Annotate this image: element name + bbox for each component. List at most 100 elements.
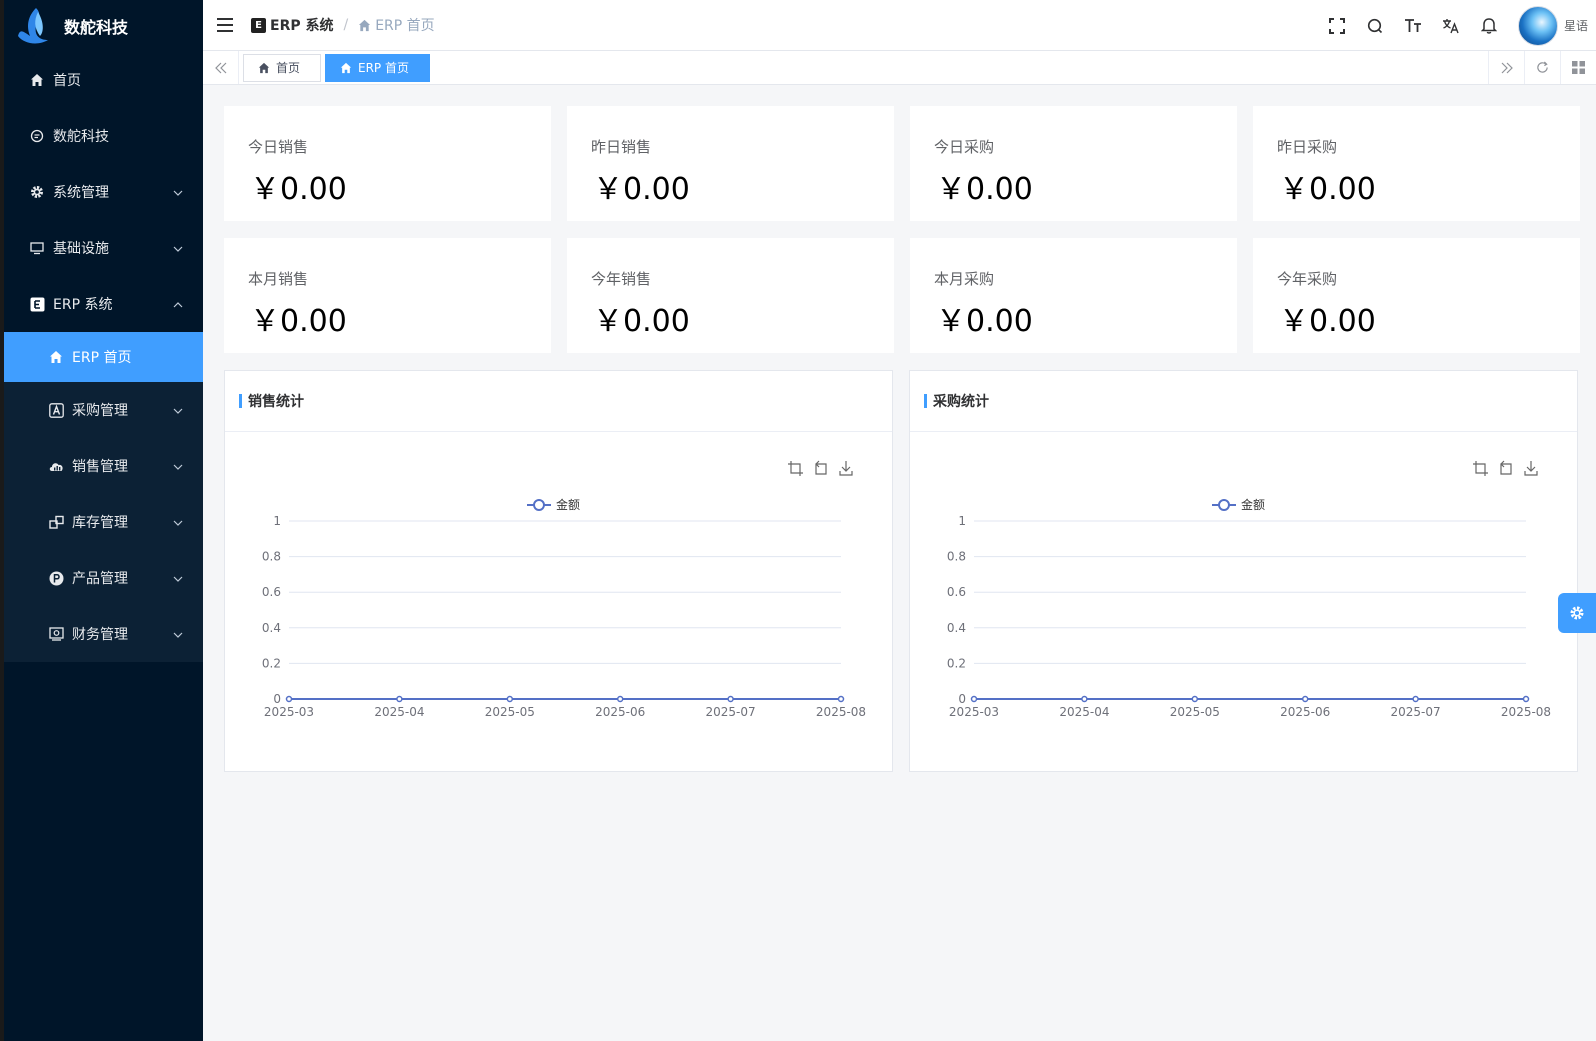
title-accent [239, 394, 242, 408]
username[interactable]: 星语 [1564, 17, 1588, 34]
sidebar-item-erp-home[interactable]: ERP 首页 [4, 332, 203, 382]
breadcrumb-item-erp-system[interactable]: ERP 系统 [270, 15, 333, 35]
home-icon [359, 19, 371, 31]
legend-label: 金额 [556, 497, 580, 512]
stat-card-yesterday-sales: 昨日销售 ￥0.00 [567, 106, 894, 221]
x-tick-label: 2025-07 [1391, 705, 1441, 719]
stat-card-yesterday-purchase: 昨日采购 ￥0.00 [1253, 106, 1580, 221]
logo-text: 数舵科技 [64, 18, 129, 37]
stat-label: 昨日采购 [1277, 138, 1338, 156]
double-chevron-left-icon[interactable] [203, 51, 239, 84]
chevron-down-icon [173, 460, 183, 470]
sidebar-item-label: 数舵科技 [53, 129, 109, 145]
purchase-line-chart: 金额 0 0.2 0.4 0.6 0.8 1 2025-03 2025-04 2025-05 202… [947, 460, 1551, 719]
boxes-icon [48, 514, 64, 530]
search-icon[interactable] [1356, 7, 1394, 45]
font-size-icon[interactable] [1394, 7, 1432, 45]
y-tick-label: 0.4 [262, 621, 281, 635]
refresh-icon[interactable] [1524, 51, 1560, 84]
sidebar-item-finance[interactable]: 财务管理 [4, 606, 203, 662]
data-point [1522, 695, 1530, 703]
sidebar-item-home[interactable]: 首页 [4, 52, 203, 108]
sidebar-item-sales[interactable]: 销售管理 [4, 438, 203, 494]
y-tick-label: 0.2 [947, 656, 966, 670]
double-chevron-right-icon[interactable] [1488, 51, 1524, 84]
home-icon [258, 62, 270, 73]
breadcrumb-item-erp-home: ERP 首页 [358, 15, 435, 35]
sidebar-item-erp[interactable]: ERP 系统 [4, 276, 203, 332]
tab-home[interactable]: 首页 [243, 53, 322, 82]
sidebar-menu: 首页 数舵科技 系统管理 基础设施 ERP 系统 [4, 52, 203, 332]
sidebar-item-label: 基础设施 [53, 241, 109, 257]
gear-icon [29, 184, 45, 200]
chart-legend: 金额 [527, 497, 580, 512]
home-icon [29, 72, 45, 88]
y-tick-label: 0 [273, 692, 281, 706]
download-icon [1524, 461, 1538, 476]
x-tick-label: 2025-03 [264, 705, 314, 719]
bell-icon[interactable] [1470, 7, 1508, 45]
sales-line-chart: 金额 0 0.2 0.4 0.6 0.8 1 2025-03 2025-04 2025-05 202… [262, 460, 866, 719]
legend-marker [533, 499, 545, 511]
panel-title: 采购统计 [933, 394, 989, 410]
sidebar-item-product[interactable]: 产品管理 [4, 550, 203, 606]
data-point [970, 695, 978, 703]
sidebar-item-label: 首页 [53, 73, 81, 89]
download-icon [839, 461, 853, 476]
x-tick-label: 2025-05 [485, 705, 535, 719]
sidebar-item-label: 系统管理 [53, 185, 109, 201]
stat-value: ￥0.00 [936, 172, 1033, 207]
breadcrumb: E ERP 系统 / ERP 首页 [251, 15, 435, 35]
tags-view: 首页 ERP 首页 [203, 51, 1596, 85]
chart-legend: 金额 [1212, 497, 1265, 512]
home-icon [340, 62, 352, 73]
sidebar-item-label: 财务管理 [72, 627, 128, 643]
breadcrumb-label: ERP 首页 [375, 18, 435, 34]
y-tick-label: 1 [958, 514, 966, 528]
erp-submenu: ERP 首页 采购管理 销售管理 库存管理 产品管理 财务管理 [4, 332, 203, 662]
letter-a-icon [48, 402, 64, 418]
stat-value: ￥0.00 [593, 304, 690, 339]
sidebar-item-infra[interactable]: 基础设施 [4, 220, 203, 276]
chevron-down-icon [173, 404, 183, 414]
sidebar-item-system[interactable]: 系统管理 [4, 164, 203, 220]
restore-icon [1500, 460, 1512, 475]
stat-card-month-purchase: 本月采购 ￥0.00 [910, 238, 1237, 353]
fullscreen-icon[interactable] [1318, 7, 1356, 45]
sidebar-item-inventory[interactable]: 库存管理 [4, 494, 203, 550]
tab-label: 首页 [276, 61, 301, 75]
stat-value: ￥0.00 [250, 304, 347, 339]
data-point [1191, 695, 1199, 703]
x-tick-label: 2025-06 [595, 705, 645, 719]
chevron-down-icon [173, 186, 183, 196]
legend-label: 金额 [1241, 497, 1265, 512]
y-tick-label: 0.6 [947, 585, 966, 599]
settings-button[interactable] [1558, 593, 1596, 633]
stat-value: ￥0.00 [1279, 172, 1376, 207]
title-accent [924, 394, 927, 408]
avatar[interactable] [1517, 5, 1558, 46]
panel-header: 销售统计 [225, 371, 892, 432]
grid-icon[interactable] [1560, 51, 1596, 84]
sidebar-item-purchase[interactable]: 采购管理 [4, 382, 203, 438]
chevron-down-icon [173, 628, 183, 638]
stat-value: ￥0.00 [936, 304, 1033, 339]
sidebar-item-company[interactable]: 数舵科技 [4, 108, 203, 164]
y-tick-label: 0.8 [947, 550, 966, 564]
stat-label: 今年销售 [591, 270, 652, 288]
data-point [396, 695, 403, 703]
stat-label: 今日采购 [934, 138, 995, 156]
zoom-icon [1473, 461, 1488, 476]
top-header: E ERP 系统 / ERP 首页 星语 [203, 0, 1596, 51]
translate-icon[interactable] [1432, 7, 1470, 45]
data-point [1081, 695, 1088, 703]
x-tick-label: 2025-03 [949, 705, 999, 719]
tab-label: ERP 首页 [358, 61, 409, 75]
breadcrumb-separator: / [343, 17, 349, 33]
x-tick-label: 2025-05 [1170, 705, 1220, 719]
x-tick-label: 2025-08 [816, 705, 866, 719]
data-point [1301, 695, 1309, 703]
tab-erp-home[interactable]: ERP 首页 [325, 53, 430, 82]
menu-toggle-icon[interactable] [217, 18, 233, 32]
logo[interactable]: 数舵科技 [4, 0, 203, 52]
